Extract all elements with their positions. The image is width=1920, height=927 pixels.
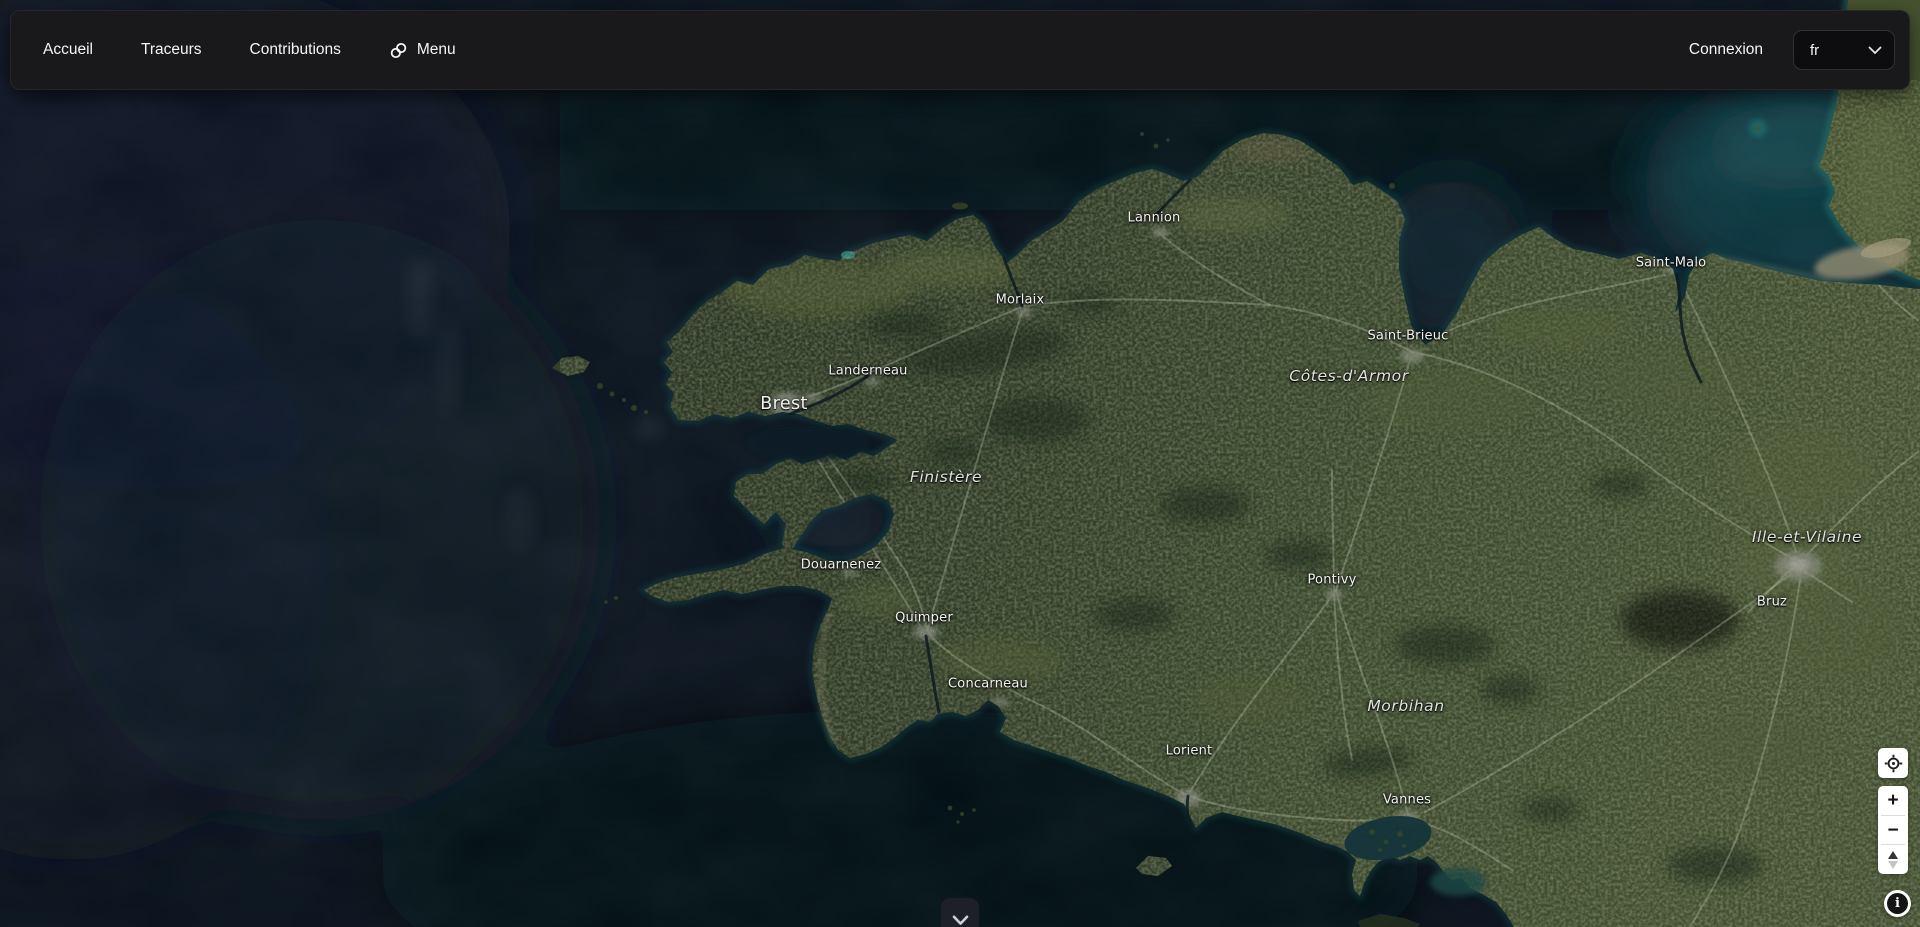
nav-item-label: Contributions [250,41,341,59]
zoom-control-group: + − [1878,786,1908,874]
nav-item-label: Traceurs [141,41,202,59]
chevron-down-icon [952,915,969,926]
info-icon: i [1887,893,1908,914]
connexion-link[interactable]: Connexion [1689,41,1763,59]
map-canvas[interactable]: Lannion Saint-Malo Morlaix Saint-Brieuc … [0,0,1920,927]
navbar-links: Accueil Traceurs Contributions Menu [11,41,456,60]
geolocate-button[interactable] [1878,748,1908,778]
page: Lannion Saint-Malo Morlaix Saint-Brieuc … [0,0,1920,927]
map-info-button[interactable]: i [1884,890,1911,917]
satellite-map-art [0,0,1920,927]
zoom-in-button[interactable]: + [1878,786,1908,815]
language-value: fr [1810,42,1819,59]
nav-item-menu[interactable]: Menu [389,41,456,60]
chevron-down-icon [1868,46,1882,55]
top-navbar: Accueil Traceurs Contributions Menu [10,10,1910,90]
scroll-down-button[interactable] [941,898,979,927]
nav-item-contributions[interactable]: Contributions [250,41,341,59]
compass-arrows-icon [1888,851,1898,869]
link-icon [389,41,408,60]
compass-reset-button[interactable] [1878,845,1908,874]
zoom-out-button[interactable]: − [1878,816,1908,845]
navbar-right: Connexion fr [1689,30,1909,70]
language-select[interactable]: fr [1793,30,1895,70]
nav-item-accueil[interactable]: Accueil [43,41,93,59]
nav-item-label: Menu [417,41,456,59]
connexion-label: Connexion [1689,41,1763,59]
nav-item-label: Accueil [43,41,93,59]
crosshair-target-icon [1884,754,1903,773]
nav-item-traceurs[interactable]: Traceurs [141,41,202,59]
